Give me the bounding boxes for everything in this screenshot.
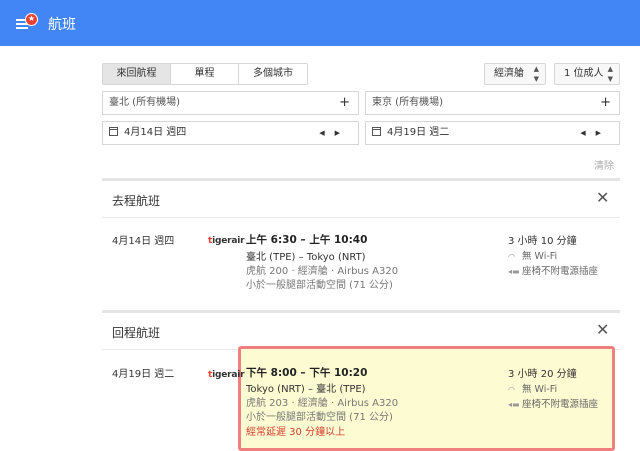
passengers-value: 1 位成人 — [564, 68, 604, 79]
outbound-wifi: ◠ 無 Wi-Fi — [508, 248, 557, 262]
cabin-select[interactable]: 經濟艙 ▲ ▼ — [484, 63, 546, 85]
cabin-value: 經濟艙 — [494, 68, 524, 79]
power-label: 座椅不附電源插座 — [522, 399, 599, 410]
outbound-section-title: 去程航班 — [112, 194, 161, 208]
page-title: 航班 — [48, 17, 76, 33]
star-icon: ★ — [25, 13, 38, 26]
updown-icon: ▲ ▼ — [607, 65, 613, 83]
clear-button[interactable]: 清除 — [594, 157, 614, 172]
return-route: Tokyo (NRT) – 臺北 (TPE) — [246, 384, 366, 395]
return-wifi: ◠ 無 Wi-Fi — [508, 381, 557, 395]
wifi-icon: ◠ — [508, 385, 515, 394]
tigerair-logo: tigerair — [208, 370, 245, 380]
outbound-power: ◂▬ 座椅不附電源插座 — [508, 263, 598, 277]
add-origin-icon[interactable]: + — [339, 92, 350, 114]
return-date-value: 4月19日 週二 — [387, 127, 450, 138]
date-nav-arrows[interactable]: ◀▶ — [319, 122, 350, 144]
tigerair-logo: tigerair — [208, 236, 245, 246]
power-label: 座椅不附電源插座 — [522, 266, 599, 277]
wifi-icon: ◠ — [508, 252, 515, 261]
calendar-icon — [372, 127, 381, 136]
plug-icon: ◂▬ — [508, 400, 520, 409]
wifi-label: 無 Wi-Fi — [522, 384, 558, 395]
app-header: ★ 航班 — [0, 0, 640, 46]
return-details: 虎航 203 · 經濟艙 · Airbus A320 — [246, 398, 399, 409]
return-power: ◂▬ 座椅不附電源插座 — [508, 396, 598, 410]
outbound-route: 臺北 (TPE) – Tokyo (NRT) — [246, 252, 366, 263]
plug-icon: ◂▬ — [508, 267, 520, 276]
origin-input[interactable]: 臺北 (所有機場) + — [102, 91, 359, 115]
add-destination-icon[interactable]: + — [600, 92, 611, 114]
return-date-field[interactable]: 4月19日 週二 ◀▶ — [365, 121, 620, 145]
trip-type-oneway[interactable]: 單程 — [171, 64, 239, 84]
close-icon[interactable]: ✕ — [596, 190, 609, 206]
destination-input[interactable]: 東京 (所有機場) + — [365, 91, 620, 115]
outbound-date: 4月14日 週四 — [112, 236, 175, 247]
trip-type-multicity[interactable]: 多個城市 — [239, 64, 307, 84]
depart-date-field[interactable]: 4月14日 週四 ◀▶ — [102, 121, 359, 145]
date-nav-arrows[interactable]: ◀▶ — [580, 122, 611, 144]
trip-type-selector: 來回航程 單程 多個城市 — [102, 63, 308, 85]
close-icon[interactable]: ✕ — [596, 322, 609, 338]
section-divider — [102, 178, 620, 181]
wifi-label: 無 Wi-Fi — [522, 251, 558, 262]
return-legroom: 小於一般腿部活動空間 (71 公分) — [246, 412, 393, 423]
depart-date-value: 4月14日 週四 — [124, 127, 187, 138]
return-date: 4月19日 週二 — [112, 369, 175, 380]
return-duration: 3 小時 20 分鐘 — [508, 369, 577, 380]
return-section-title: 回程航班 — [112, 326, 161, 340]
outbound-legroom: 小於一般腿部活動空間 (71 公分) — [246, 280, 393, 291]
menu-icon[interactable]: ★ — [16, 13, 38, 33]
return-times: 下午 8:00 – 下午 10:20 — [246, 367, 368, 379]
outbound-details: 虎航 200 · 經濟艙 · Airbus A320 — [246, 266, 399, 277]
destination-placeholder: 東京 (所有機場) — [372, 97, 443, 108]
origin-placeholder: 臺北 (所有機場) — [109, 97, 180, 108]
calendar-icon — [109, 127, 118, 136]
trip-type-round[interactable]: 來回航程 — [103, 64, 171, 84]
outbound-times: 上午 6:30 – 上午 10:40 — [246, 234, 368, 246]
updown-icon: ▲ ▼ — [533, 65, 539, 83]
divider — [102, 217, 620, 218]
passengers-select[interactable]: 1 位成人 ▲ ▼ — [554, 63, 620, 85]
section-divider — [102, 310, 620, 313]
outbound-duration: 3 小時 10 分鐘 — [508, 236, 577, 247]
return-delay-warning: 經常延遲 30 分鐘以上 — [246, 427, 346, 438]
